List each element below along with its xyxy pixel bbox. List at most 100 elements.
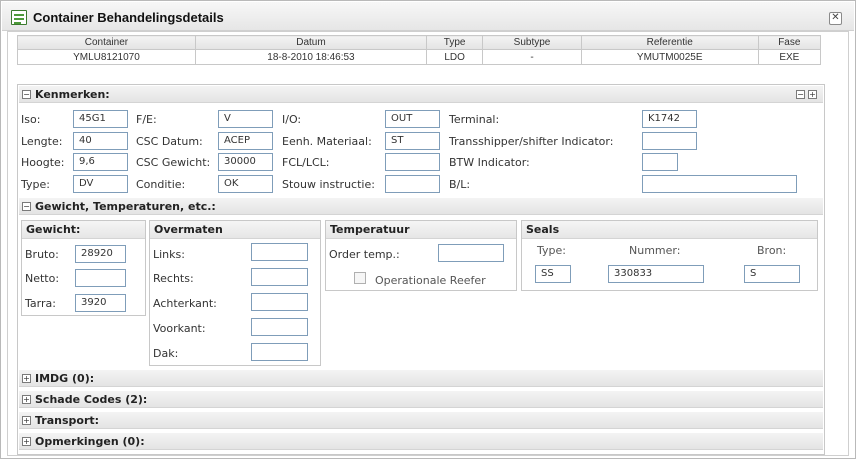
iso-label: Iso: [21, 113, 41, 126]
section-schade-title: Schade Codes (2): [35, 393, 148, 406]
fcl-lcl-field[interactable] [385, 153, 440, 171]
transshipper-label: Transshipper/shifter Indicator: [449, 135, 614, 148]
col-header-datum: Datum [194, 35, 428, 50]
section-kenmerken-title: Kenmerken: [35, 88, 110, 101]
section-schade-header[interactable]: + Schade Codes (2): [19, 391, 823, 408]
rechts-label: Rechts: [153, 272, 194, 285]
col-header-type: Type [426, 35, 484, 50]
section-opmerkingen-title: Opmerkingen (0): [35, 435, 145, 448]
seals-nummer-header: Nummer: [629, 244, 681, 257]
collapse-all-icon[interactable]: − [796, 90, 805, 99]
stouw-instructie-label: Stouw instructie: [282, 178, 375, 191]
summary-row: YMLU8121070 18-8-2010 18:46:53 LDO - YMU… [17, 49, 822, 65]
eenh-materiaal-label: Eenh. Materiaal: [282, 135, 372, 148]
lengte-label: Lengte: [21, 135, 63, 148]
csc-datum-field[interactable]: ACEP [218, 132, 273, 150]
section-gewicht-title: Gewicht, Temperaturen, etc.: [35, 200, 216, 213]
gewicht-box: Gewicht: Bruto: 28920 Netto: Tarra: 3920 [21, 220, 146, 316]
title-bar: Container Behandelingsdetails ✕ [2, 2, 854, 31]
conditie-field[interactable]: OK [218, 175, 273, 193]
seals-type-header: Type: [537, 244, 566, 257]
btw-field[interactable] [642, 153, 678, 171]
fe-field[interactable]: V [218, 110, 273, 128]
expand-icon[interactable]: + [22, 395, 31, 404]
dak-label: Dak: [153, 347, 179, 360]
voorkant-field[interactable] [251, 318, 308, 336]
voorkant-label: Voorkant: [153, 322, 206, 335]
order-temp-label: Order temp.: [329, 248, 400, 261]
expand-icon[interactable]: + [22, 374, 31, 383]
cell-subtype: - [482, 49, 582, 65]
window-title: Container Behandelingsdetails [33, 10, 224, 25]
section-gewicht-header[interactable]: − Gewicht, Temperaturen, etc.: [19, 198, 823, 215]
collapse-icon[interactable]: − [22, 202, 31, 211]
summary-header-row: Container Datum Type Subtype Referentie … [17, 35, 822, 50]
iso-field[interactable]: 45G1 [73, 110, 128, 128]
links-label: Links: [153, 248, 185, 261]
hoogte-field[interactable]: 9,6 [73, 153, 128, 171]
expand-icon[interactable]: + [22, 416, 31, 425]
temperatuur-title: Temperatuur [326, 221, 516, 239]
bruto-field[interactable]: 28920 [75, 245, 126, 263]
rechts-field[interactable] [251, 268, 308, 286]
tarra-field[interactable]: 3920 [75, 294, 126, 312]
gewicht-title: Gewicht: [22, 221, 145, 239]
bl-label: B/L: [449, 178, 471, 191]
overmaten-title: Overmaten [150, 221, 320, 239]
netto-field[interactable] [75, 269, 126, 287]
lengte-field[interactable]: 40 [73, 132, 128, 150]
achterkant-field[interactable] [251, 293, 308, 311]
col-header-fase: Fase [757, 35, 822, 50]
stouw-instructie-field[interactable] [385, 175, 440, 193]
window-list-icon [11, 10, 27, 25]
eenh-materiaal-field[interactable]: ST [385, 132, 440, 150]
btw-label: BTW Indicator: [449, 156, 530, 169]
col-header-subtype: Subtype [482, 35, 582, 50]
section-opmerkingen-header[interactable]: + Opmerkingen (0): [19, 433, 823, 450]
csc-gewicht-field[interactable]: 30000 [218, 153, 273, 171]
temperatuur-box: Temperatuur Order temp.: Operationale Re… [325, 220, 517, 291]
cell-referentie: YMUTM0025E [580, 49, 759, 65]
seal-nummer-field[interactable]: 330833 [608, 265, 704, 283]
conditie-label: Conditie: [136, 178, 186, 191]
details-window: Container Behandelingsdetails ✕ Containe… [0, 0, 856, 459]
col-header-container: Container [17, 35, 196, 50]
tarra-label: Tarra: [25, 297, 56, 310]
operationale-reefer-checkbox[interactable] [354, 272, 366, 284]
section-transport-header[interactable]: + Transport: [19, 412, 823, 429]
csc-datum-label: CSC Datum: [136, 135, 203, 148]
io-field[interactable]: OUT [385, 110, 440, 128]
section-kenmerken-header[interactable]: − Kenmerken: − + [19, 86, 823, 103]
transshipper-field[interactable] [642, 132, 697, 150]
cell-datum: 18-8-2010 18:46:53 [194, 49, 428, 65]
operationale-reefer-label: Operationale Reefer [375, 274, 486, 287]
cell-type: LDO [426, 49, 484, 65]
col-header-referentie: Referentie [580, 35, 759, 50]
dak-field[interactable] [251, 343, 308, 361]
fe-label: F/E: [136, 113, 157, 126]
content-area: Container Datum Type Subtype Referentie … [7, 31, 849, 456]
seals-bron-header: Bron: [757, 244, 787, 257]
seal-type-field[interactable]: SS [535, 265, 571, 283]
summary-table: Container Datum Type Subtype Referentie … [17, 35, 822, 65]
bl-field[interactable] [642, 175, 797, 193]
type-field[interactable]: DV [73, 175, 128, 193]
csc-gewicht-label: CSC Gewicht: [136, 156, 211, 169]
netto-label: Netto: [25, 272, 60, 285]
expand-icon[interactable]: + [22, 437, 31, 446]
seal-bron-field[interactable]: S [744, 265, 800, 283]
overmaten-box: Overmaten Links: Rechts: Achterkant: Voo… [149, 220, 321, 366]
expand-all-icon[interactable]: + [808, 90, 817, 99]
io-label: I/O: [282, 113, 302, 126]
terminal-field[interactable]: K1742 [642, 110, 697, 128]
close-button[interactable]: ✕ [829, 12, 842, 25]
bruto-label: Bruto: [25, 248, 59, 261]
terminal-label: Terminal: [449, 113, 500, 126]
order-temp-field[interactable] [438, 244, 504, 262]
section-imdg-header[interactable]: + IMDG (0): [19, 370, 823, 387]
section-imdg-title: IMDG (0): [35, 372, 95, 385]
achterkant-label: Achterkant: [153, 297, 217, 310]
cell-container: YMLU8121070 [17, 49, 196, 65]
collapse-icon[interactable]: − [22, 90, 31, 99]
links-field[interactable] [251, 243, 308, 261]
